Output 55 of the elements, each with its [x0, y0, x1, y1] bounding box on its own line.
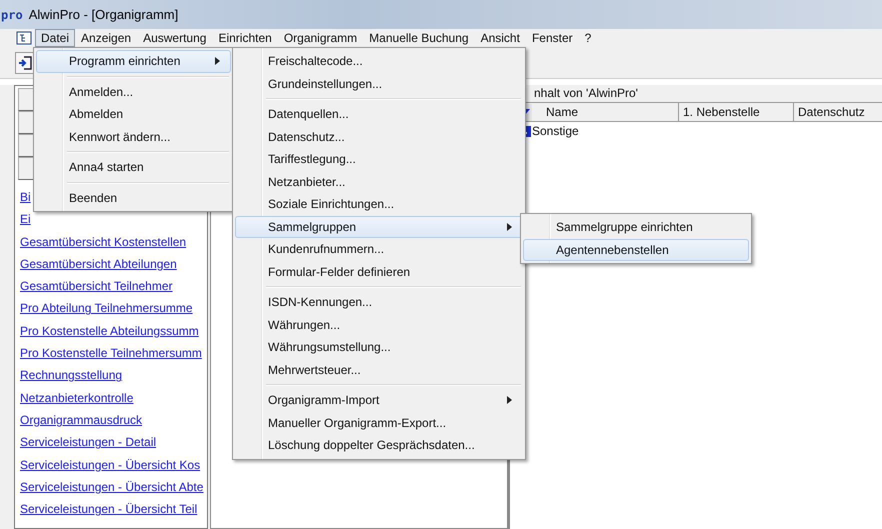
report-link[interactable]: Serviceleistungen - Übersicht Abte: [18, 476, 204, 498]
menu-item[interactable]: Soziale Einrichtungen...: [235, 193, 523, 216]
report-link[interactable]: Gesamtübersicht Kostenstellen: [18, 230, 204, 253]
menu-item[interactable]: Sammelgruppen: [235, 216, 523, 238]
menu-item[interactable]: Netzanbieter...: [235, 170, 523, 193]
report-link[interactable]: Pro Abteilung Teilnehmersumme: [18, 297, 204, 320]
menu-bar-item[interactable]: ?: [578, 29, 598, 47]
menu-item[interactable]: Anna4 starten: [36, 156, 231, 178]
menu-bar-item[interactable]: Anzeigen: [75, 29, 138, 47]
menu-item[interactable]: Währungen...: [235, 314, 523, 336]
report-link[interactable]: Ei: [18, 208, 204, 231]
menu-bar-item[interactable]: Einrichten: [212, 29, 278, 47]
report-link[interactable]: Gesamtübersicht Abteilungen: [18, 252, 204, 276]
column-header[interactable]: Name: [532, 103, 679, 121]
menu-item[interactable]: Löschung doppelter Gesprächsdaten...: [235, 434, 523, 456]
menu-item[interactable]: ISDN-Kennungen...: [235, 291, 523, 314]
menu-bar-item[interactable]: Manuelle Buchung: [363, 29, 475, 47]
menu-item[interactable]: Manueller Organigramm-Export...: [235, 412, 523, 434]
menu-item[interactable]: Anmelden...: [36, 80, 231, 103]
menu-item[interactable]: Tariffestlegung...: [235, 148, 523, 170]
menu-item[interactable]: Kennwort ändern...: [36, 126, 231, 148]
menu-item[interactable]: Programm einrichten: [36, 50, 231, 72]
menu-bar-item[interactable]: Auswertung: [137, 29, 212, 47]
report-link[interactable]: Organigrammausdruck: [18, 408, 204, 432]
report-link[interactable]: Gesamtübersicht Teilnehmer: [18, 275, 204, 298]
menu-bar-item[interactable]: Organigramm: [278, 29, 364, 47]
menu-item[interactable]: Organigramm-Import: [235, 389, 523, 412]
menu-item[interactable]: Mehrwertsteuer...: [235, 358, 523, 381]
menu-item[interactable]: Abmelden: [36, 103, 231, 126]
menu-item[interactable]: Währungsumstellung...: [235, 336, 523, 358]
window-title: AlwinPro - [Organigramm]: [28, 7, 178, 22]
tree-item[interactable]: Sonstige: [532, 124, 579, 138]
menu-item[interactable]: Formular-Felder definieren: [235, 260, 523, 283]
menu-item[interactable]: Kundenrufnummern...: [235, 238, 523, 260]
app-logo: pro: [0, 8, 23, 22]
menu-bar-item[interactable]: Ansicht: [474, 29, 526, 47]
tree-view-icon[interactable]: [16, 31, 32, 45]
column-header[interactable]: Datenschutz: [794, 103, 882, 121]
report-link[interactable]: Pro Kostenstelle Abteilungssumm: [18, 320, 204, 342]
menu-bar-item[interactable]: Datei: [35, 29, 76, 47]
report-link[interactable]: Rechnungsstellung: [18, 364, 204, 387]
menu-item[interactable]: Beenden: [36, 186, 231, 209]
menu-item[interactable]: Datenquellen...: [235, 103, 523, 126]
report-link[interactable]: Serviceleistungen - Übersicht Kos: [18, 454, 204, 476]
report-link[interactable]: Netzanbieterkontrolle: [18, 386, 204, 409]
report-link[interactable]: Serviceleistungen - Übersicht Teil: [18, 498, 204, 520]
menu-item[interactable]: Datenschutz...: [235, 126, 523, 148]
menu-item[interactable]: Agentennebenstellen: [523, 238, 749, 261]
report-link[interactable]: Pro Kostenstelle Teilnehmersumm: [18, 342, 204, 364]
menu-bar-item[interactable]: Fenster: [526, 29, 579, 47]
report-link[interactable]: Serviceleistungen - Detail: [18, 431, 204, 454]
menu-item[interactable]: Freischaltecode...: [235, 50, 523, 72]
column-header[interactable]: 1. Nebenstelle: [679, 103, 794, 121]
login-icon[interactable]: [15, 52, 35, 74]
menu-item[interactable]: Sammelgruppe einrichten: [523, 216, 749, 238]
